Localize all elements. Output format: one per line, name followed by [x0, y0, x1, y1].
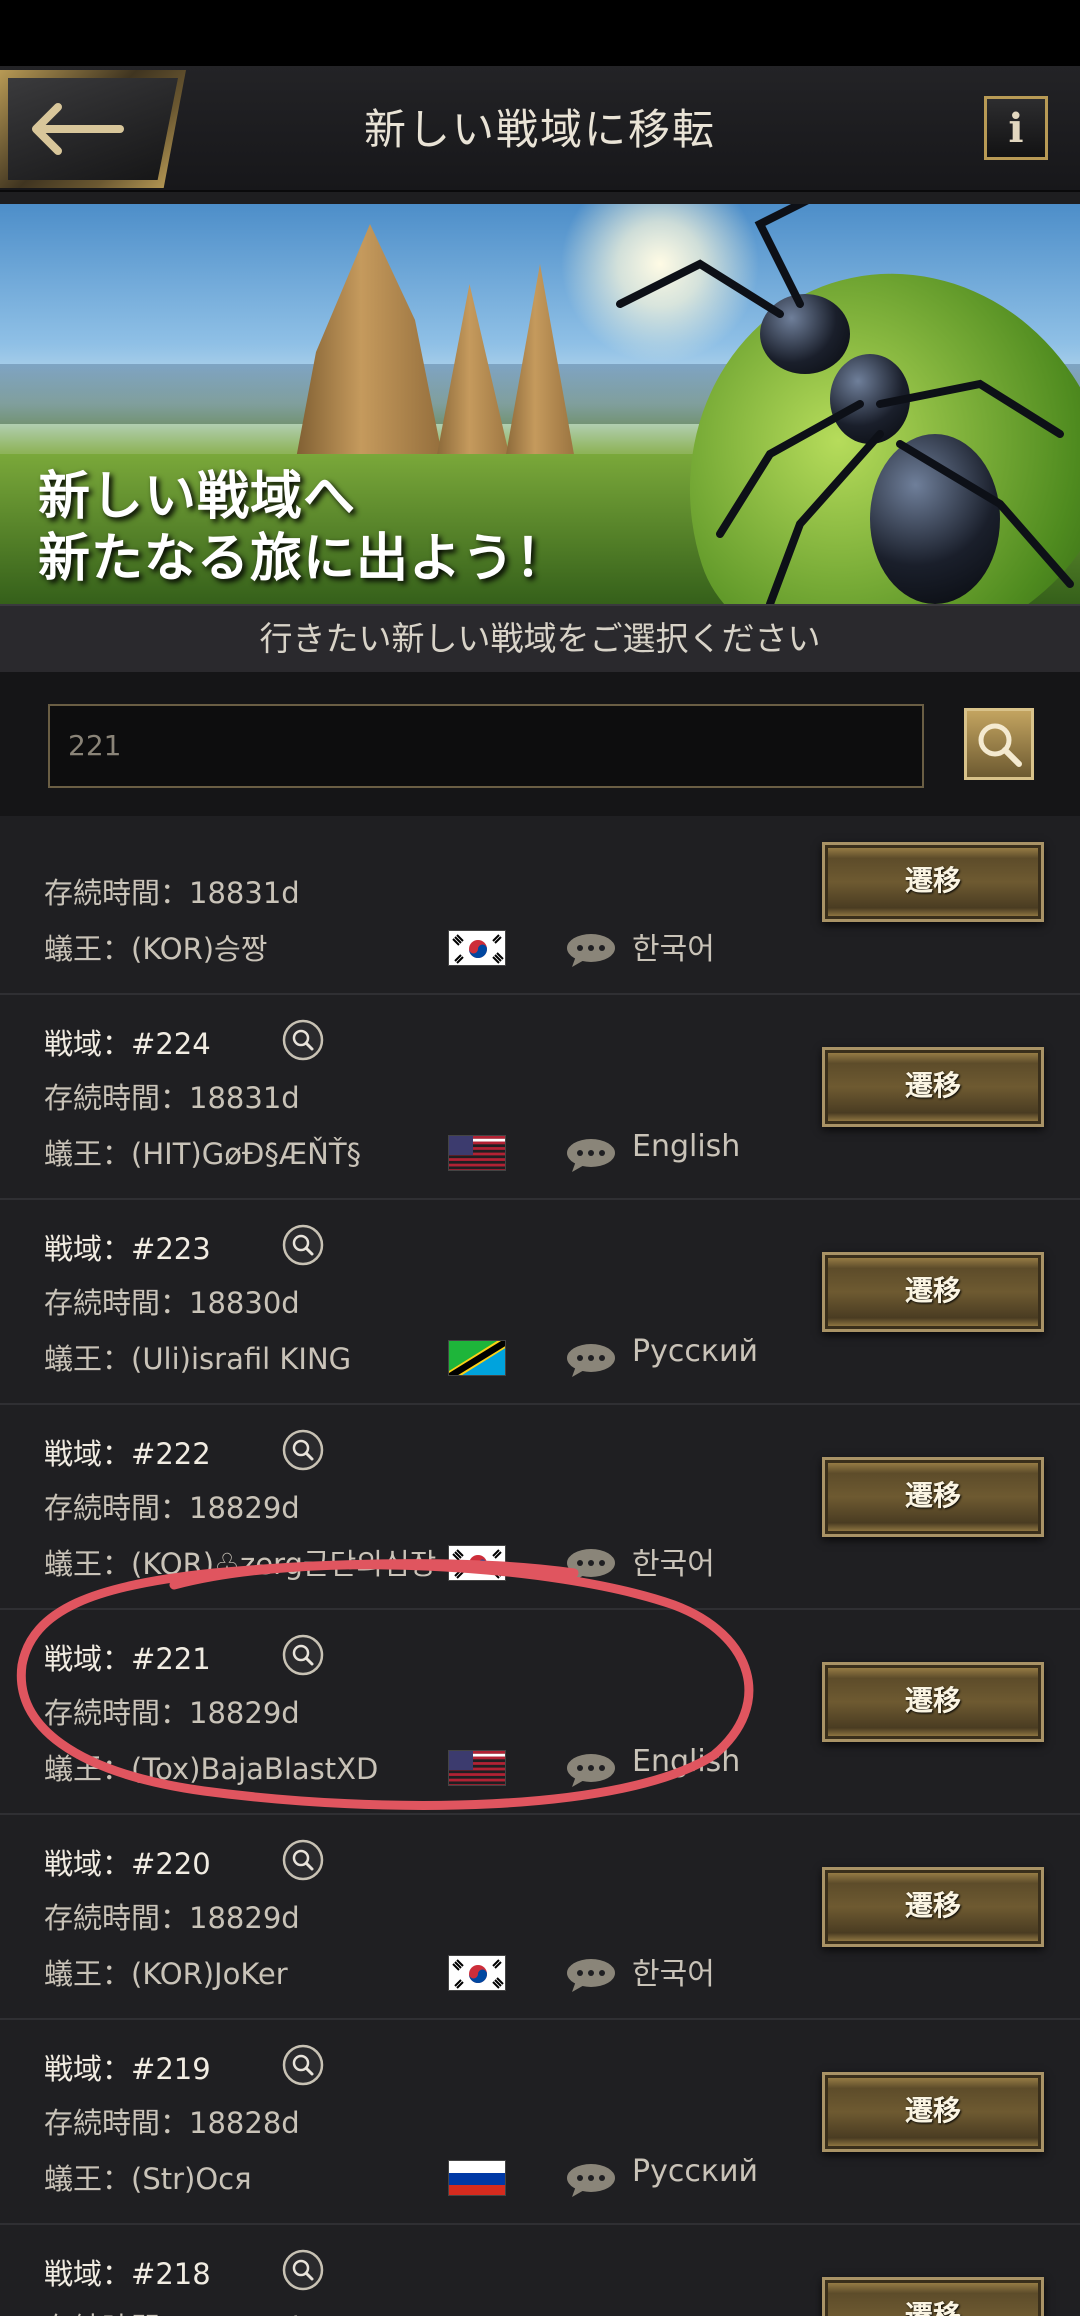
server-king: 蟻王：(KOR)승짱 — [44, 932, 268, 966]
server-king: 蟻王：(HIT)GøĐ§ÆŇŤ§ — [44, 1137, 362, 1171]
server-language: 한국어 — [632, 1547, 715, 1582]
server-language: Русский — [632, 2154, 758, 2189]
server-row: 戦域：#221 存続時間：18829d 蟻王：(Tox)BajaBlastXD Eng… — [0, 1610, 1080, 1815]
server-row: 戦域：#218 存続時間：18828d 遷移 — [0, 2225, 1080, 2316]
chat-bubble-icon — [567, 2164, 615, 2197]
server-duration: 存続時間：18829d — [44, 1901, 300, 1935]
server-number: 戦域：#222 — [44, 1437, 211, 1471]
server-language: English — [632, 1129, 741, 1164]
server-list: 存続時間：18831d 蟻王：(KOR)승짱 한국어 遷移 戦域：#224 存続時間：18… — [0, 816, 1080, 2316]
chat-bubble-icon — [567, 1549, 615, 1582]
search-icon — [978, 723, 1022, 767]
server-search-icon[interactable] — [282, 1224, 324, 1266]
server-duration: 存続時間：18829d — [44, 1696, 300, 1730]
server-number: 戦域：#219 — [44, 2052, 211, 2086]
chat-bubble-icon — [567, 1344, 615, 1377]
banner-heading: 新しい戦域へ 新たなる旅に出よう！ — [38, 466, 568, 590]
server-duration: 存続時間：18831d — [44, 876, 300, 910]
instruction-text: 行きたい新しい戦域をご選択ください — [0, 604, 1080, 674]
server-language: English — [632, 1744, 741, 1779]
server-duration: 存続時間：18830d — [44, 1286, 300, 1320]
server-number: 戦域：#223 — [44, 1232, 211, 1266]
server-row: 存続時間：18831d 蟻王：(KOR)승짱 한국어 遷移 — [0, 816, 1080, 995]
server-number: 戦域：#218 — [44, 2257, 211, 2291]
chat-bubble-icon — [567, 1139, 615, 1172]
status-bar — [0, 0, 1080, 66]
server-language: 한국어 — [632, 932, 715, 967]
search-button[interactable] — [964, 708, 1034, 780]
transfer-button[interactable]: 遷移 — [822, 842, 1044, 922]
search-input[interactable]: 221 — [48, 704, 924, 788]
server-duration: 存続時間：18831d — [44, 1081, 300, 1115]
server-duration: 存続時間：18828d — [44, 2305, 300, 2316]
chat-bubble-icon — [567, 1959, 615, 1992]
banner-line-1: 新しい戦域へ — [38, 467, 357, 527]
server-number: 戦域：#221 — [44, 1642, 211, 1676]
server-row: 戦域：#219 存続時間：18828d 蟻王：(Str)Ося Русский 遷移 — [0, 2020, 1080, 2225]
server-search-icon[interactable] — [282, 2249, 324, 2291]
search-bar: 221 — [0, 674, 1080, 816]
ru-flag-icon — [448, 2160, 506, 2196]
chat-bubble-icon — [567, 1754, 615, 1787]
header: 新しい戦域に移転 i — [0, 66, 1080, 192]
chat-bubble-icon — [567, 934, 615, 967]
server-row: 戦域：#222 存続時間：18829d 蟻王：(KOR)♧zerg군단의심장 한국어 遷… — [0, 1405, 1080, 1610]
server-language: 한국어 — [632, 1957, 715, 1992]
kr-flag-icon — [448, 1545, 506, 1581]
us-flag-icon — [448, 1750, 506, 1786]
server-row: 戦域：#220 存続時間：18829d 蟻王：(KOR)JoKer 한국어 遷移 — [0, 1815, 1080, 2020]
server-search-icon[interactable] — [282, 2044, 324, 2086]
server-language: Русский — [632, 1334, 758, 1369]
server-king: 蟻王：(KOR)♧zerg군단의심장 — [44, 1547, 437, 1581]
transfer-button[interactable]: 遷移 — [822, 2072, 1044, 2152]
us-flag-icon — [448, 1135, 506, 1171]
server-duration: 存続時間：18829d — [44, 1491, 300, 1525]
server-row: 戦域：#223 存続時間：18830d 蟻王：(Uli)israfil KING Ру… — [0, 1200, 1080, 1405]
server-search-icon[interactable] — [282, 1839, 324, 1881]
transfer-button[interactable]: 遷移 — [822, 1252, 1044, 1332]
server-duration: 存続時間：18828d — [44, 2106, 300, 2140]
page-title: 新しい戦域に移転 — [363, 105, 716, 154]
server-king: 蟻王：(Tox)BajaBlastXD — [44, 1752, 379, 1786]
server-search-icon[interactable] — [282, 1634, 324, 1676]
banner-image: 新しい戦域へ 新たなる旅に出よう！ — [0, 204, 1080, 604]
kr-flag-icon — [448, 1955, 506, 1991]
server-king: 蟻王：(KOR)JoKer — [44, 1957, 288, 1991]
transfer-button[interactable]: 遷移 — [822, 2277, 1044, 2316]
tz-flag-icon — [448, 1340, 506, 1376]
server-search-icon[interactable] — [282, 1429, 324, 1471]
info-button[interactable]: i — [984, 96, 1048, 160]
transfer-button[interactable]: 遷移 — [822, 1457, 1044, 1537]
server-row: 戦域：#224 存続時間：18831d 蟻王：(HIT)GøĐ§ÆŇŤ§ Englis… — [0, 995, 1080, 1200]
server-search-icon[interactable] — [282, 1019, 324, 1061]
transfer-button[interactable]: 遷移 — [822, 1047, 1044, 1127]
banner-line-2: 新たなる旅に出よう！ — [38, 529, 569, 589]
transfer-button[interactable]: 遷移 — [822, 1662, 1044, 1742]
server-number: 戦域：#224 — [44, 1027, 211, 1061]
kr-flag-icon — [448, 930, 506, 966]
server-number: 戦域：#220 — [44, 1847, 211, 1881]
server-king: 蟻王：(Str)Ося — [44, 2162, 252, 2196]
server-king: 蟻王：(Uli)israfil KING — [44, 1342, 352, 1376]
transfer-button[interactable]: 遷移 — [822, 1867, 1044, 1947]
